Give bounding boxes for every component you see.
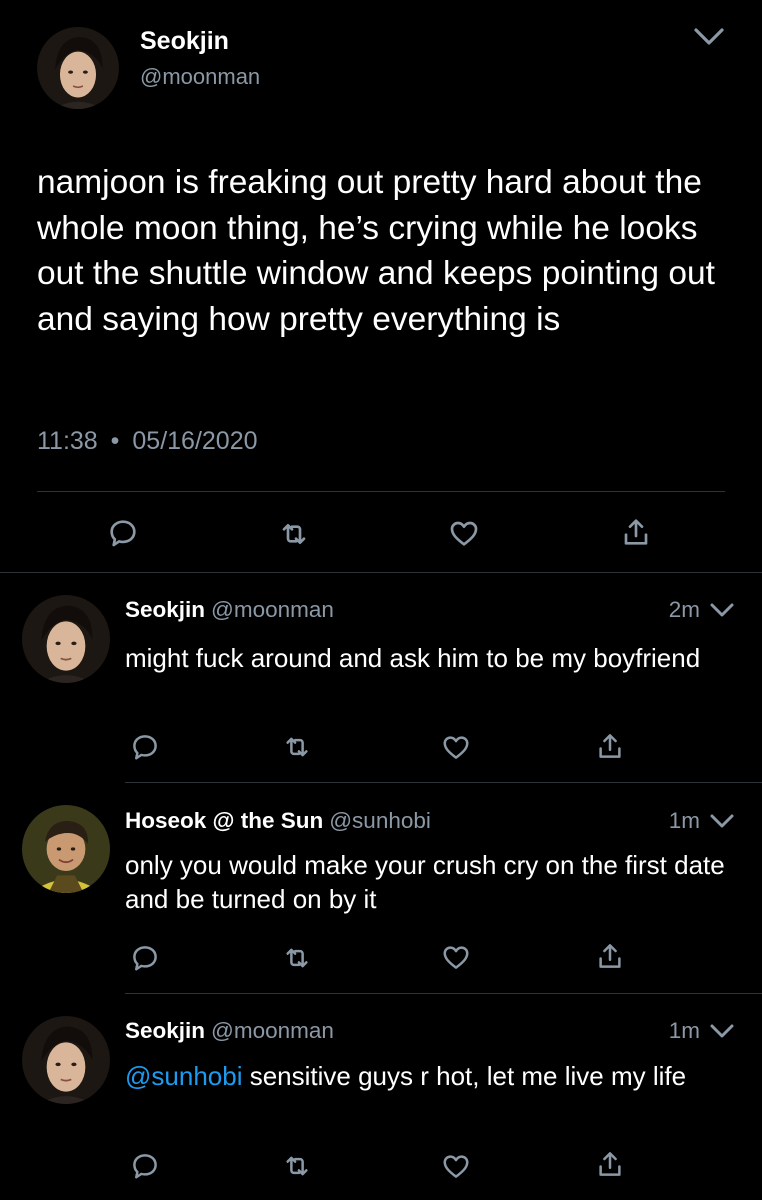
tweet-timestamp: 11:38 • 05/16/2020 bbox=[37, 427, 258, 456]
divider bbox=[37, 491, 725, 492]
heart-icon[interactable] bbox=[447, 517, 481, 549]
reply-icon[interactable] bbox=[107, 517, 139, 549]
reply-body: sensitive guys r hot, let me live my lif… bbox=[242, 1061, 687, 1091]
chevron-down-icon[interactable] bbox=[708, 1021, 736, 1043]
author-handle[interactable]: @moonman bbox=[211, 1018, 334, 1043]
retweet-icon[interactable] bbox=[282, 1151, 312, 1181]
tweet-time: 11:38 bbox=[37, 427, 98, 455]
author-handle[interactable]: @sunhobi bbox=[329, 808, 431, 833]
share-icon[interactable] bbox=[595, 731, 625, 761]
share-icon[interactable] bbox=[595, 1149, 625, 1179]
reply-body: only you would make your crush cry on th… bbox=[125, 850, 725, 914]
retweet-icon[interactable] bbox=[277, 518, 311, 550]
reply-body: might fuck around and ask him to be my b… bbox=[125, 643, 701, 673]
chevron-down-icon[interactable] bbox=[692, 24, 726, 50]
reply-tweet[interactable]: Seokjin @moonman 1m @sunhobi sensitive gu… bbox=[0, 994, 762, 1200]
reply-header: Hoseok @ the Sun @sunhobi bbox=[125, 808, 431, 834]
reply-timestamp: 1m bbox=[668, 808, 700, 833]
reply-text: only you would make your crush cry on th… bbox=[125, 848, 735, 916]
author-handle[interactable]: @moonman bbox=[140, 64, 260, 90]
author-name[interactable]: Seokjin bbox=[140, 27, 229, 56]
heart-icon[interactable] bbox=[441, 942, 471, 972]
author-name[interactable]: Hoseok @ the Sun bbox=[125, 808, 323, 833]
author-handle[interactable]: @moonman bbox=[211, 597, 334, 622]
mention-link[interactable]: @sunhobi bbox=[125, 1061, 242, 1091]
reply-tweet[interactable]: Hoseok @ the Sun @sunhobi 1m only you wou… bbox=[0, 783, 762, 992]
reply-icon[interactable] bbox=[130, 1151, 160, 1181]
avatar-hoseok[interactable] bbox=[22, 805, 110, 893]
avatar-seokjin[interactable] bbox=[37, 27, 119, 109]
tweet-thread-screen: Seokjin @moonman namjoon is freaking out… bbox=[0, 0, 762, 1200]
reply-timestamp: 2m bbox=[668, 597, 700, 622]
author-name[interactable]: Seokjin bbox=[125, 597, 205, 622]
reply-tweet[interactable]: Seokjin @moonman 2m might fuck around and… bbox=[0, 573, 762, 781]
meta-separator: • bbox=[110, 427, 120, 455]
chevron-down-icon[interactable] bbox=[708, 811, 736, 833]
main-tweet: Seokjin @moonman namjoon is freaking out… bbox=[0, 0, 762, 572]
reply-header: Seokjin @moonman bbox=[125, 597, 334, 623]
reply-icon[interactable] bbox=[130, 732, 160, 762]
heart-icon[interactable] bbox=[441, 732, 471, 762]
reply-text: might fuck around and ask him to be my b… bbox=[125, 641, 735, 675]
avatar-seokjin[interactable] bbox=[22, 595, 110, 683]
tweet-date: 05/16/2020 bbox=[132, 427, 258, 455]
reply-icon[interactable] bbox=[130, 943, 160, 973]
tweet-text: namjoon is freaking out pretty hard abou… bbox=[37, 164, 715, 338]
retweet-icon[interactable] bbox=[282, 943, 312, 973]
reply-timestamp: 1m bbox=[668, 1018, 700, 1043]
retweet-icon[interactable] bbox=[282, 732, 312, 762]
share-icon[interactable] bbox=[620, 515, 652, 549]
share-icon[interactable] bbox=[595, 941, 625, 971]
avatar-seokjin[interactable] bbox=[22, 1016, 110, 1104]
heart-icon[interactable] bbox=[441, 1151, 471, 1181]
reply-header: Seokjin @moonman bbox=[125, 1018, 334, 1044]
author-name[interactable]: Seokjin bbox=[125, 1018, 205, 1043]
chevron-down-icon[interactable] bbox=[708, 600, 736, 622]
reply-text: @sunhobi sensitive guys r hot, let me li… bbox=[125, 1059, 735, 1093]
